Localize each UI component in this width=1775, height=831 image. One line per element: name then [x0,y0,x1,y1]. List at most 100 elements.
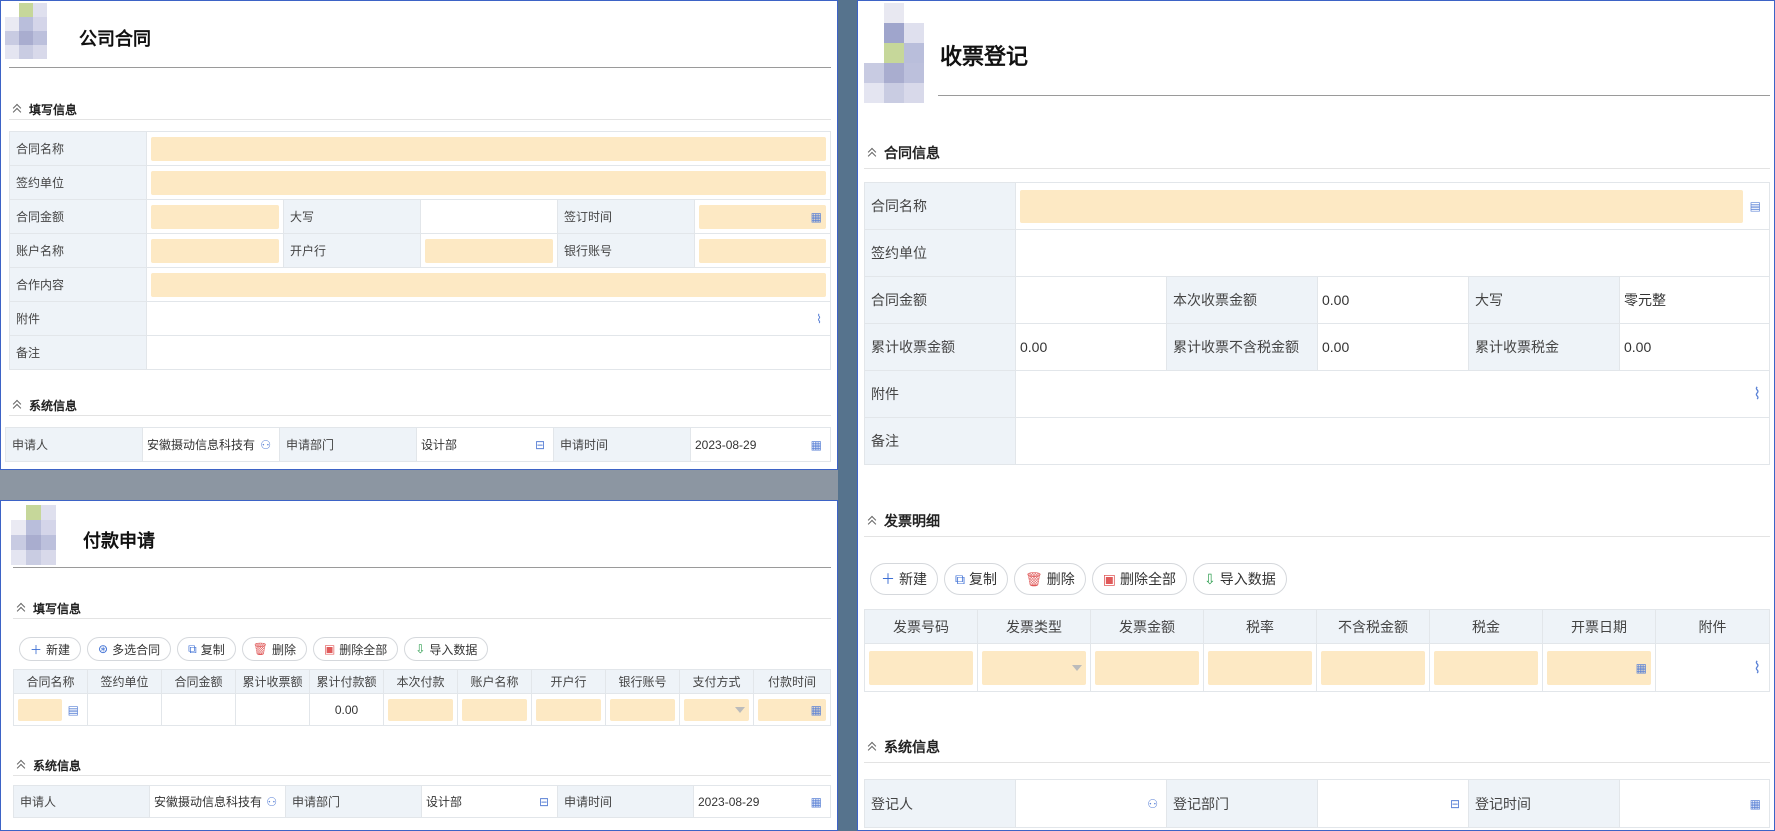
delete-button[interactable]: 🗑 删除 [1014,563,1086,595]
dropdown-caret-icon [735,706,745,713]
field-label: 登记部门 [1167,780,1318,827]
untaxed-amount-input[interactable] [1321,650,1425,685]
new-button[interactable]: ＋新建 [19,637,82,661]
calendar-icon[interactable]: ▦ [811,795,822,809]
column-header: 银行账号 [606,670,680,693]
new-button[interactable]: ＋新建 [870,563,938,595]
column-header: 发票金额 [1091,610,1204,643]
cum-tax-value: 0.00 [1620,324,1770,370]
uppercase-value: 零元整 [1620,277,1770,323]
tax-rate-input[interactable] [1208,650,1312,685]
import-data-button[interactable]: ⇩ 导入数据 [1193,563,1287,595]
bank-account-input[interactable] [699,238,826,263]
section-system-info[interactable]: 系统信息 [13,397,77,413]
tax-input[interactable] [1434,650,1538,685]
background-strip [838,0,857,831]
field-label: 大写 [1469,277,1620,323]
column-header: 不含税金额 [1317,610,1430,643]
dept-value: 设计部 [426,795,463,809]
contract-name-input[interactable] [1020,189,1743,223]
page-title: 公司合同 [79,29,151,49]
invoice-attachment-cell[interactable]: ⌇ [1656,644,1770,691]
contract-name-input[interactable] [151,136,826,161]
multi-select-contract-button[interactable]: ⊛ 多选合同 [87,637,172,661]
column-header: 付款时间 [754,670,831,693]
delete-all-button[interactable]: ▣ 删除全部 [312,637,399,661]
attachment-field[interactable]: ⌇ [1016,371,1770,417]
invoice-number-input[interactable] [869,650,973,685]
delete-all-button[interactable]: ▣ 删除全部 [1091,563,1188,595]
column-header: 税率 [1204,610,1317,643]
cum-invoice-value: 0.00 [1016,324,1167,370]
link-icon: ⊛ [98,642,109,656]
time-value: ▦ [1620,780,1770,827]
section-fill-info[interactable]: 填写信息 [17,600,81,616]
select-list-icon[interactable]: ▤ [1750,199,1761,213]
calendar-icon[interactable]: ▦ [811,703,822,717]
calendar-icon[interactable]: ▦ [811,438,822,452]
field-label: 登记时间 [1469,780,1620,827]
select-list-icon[interactable]: ▤ [68,703,79,717]
account-name-input[interactable] [462,698,527,721]
field-label: 合同金额 [10,200,147,233]
column-header: 合同金额 [162,670,236,693]
section-invoice-detail[interactable]: 发票明细 [868,512,940,530]
attachment-field[interactable]: ⌇ [147,302,831,335]
invoice-type-select[interactable] [982,650,1086,685]
applicant-value: 安徽摄动信息科技有 [154,795,263,809]
cooperation-input[interactable] [151,272,826,297]
section-contract-info[interactable]: 合同信息 [868,144,940,162]
department-icon[interactable]: ⊟ [1450,797,1460,811]
payment-table: 合同名称 签约单位 合同金额 累计收票额 累计付款额 本次付款 账户名称 开户行… [13,669,831,726]
contract-amount-input[interactable] [151,204,279,229]
calendar-icon[interactable]: ▦ [1750,797,1761,811]
calendar-icon[interactable]: ▦ [811,210,822,224]
account-name-input[interactable] [151,238,279,263]
field-label: 申请人 [6,428,143,461]
sign-unit-input[interactable] [151,170,826,195]
copy-button[interactable]: ⧉ 复制 [944,563,1008,595]
this-payment-input[interactable] [388,698,453,721]
column-header: 累计付款额 [310,670,384,693]
invoice-detail-table: 发票号码 发票类型 发票金额 税率 不含税金额 税金 开票日期 附件 ▦ ⌇ [864,609,1770,692]
bank-input[interactable] [536,698,601,721]
section-fill-info[interactable]: 填写信息 [13,101,77,117]
plus-icon: ＋ [881,571,895,587]
section-system-info[interactable]: 系统信息 [17,757,81,773]
user-icon[interactable]: ⚇ [1147,797,1158,811]
remark-field[interactable] [147,336,831,369]
cumulative-invoice-cell [236,694,310,725]
paperclip-icon[interactable]: ⌇ [1753,658,1761,678]
sign-unit-value [1016,230,1770,276]
field-label: 大写 [284,200,421,233]
paperclip-icon[interactable]: ⌇ [816,312,822,326]
section-system-info[interactable]: 系统信息 [868,738,940,756]
dept-value: ⊟ [1318,780,1469,827]
payment-request-panel: 付款申请 填写信息 ＋新建 ⊛ 多选合同 ⧉ 复制 🗑 删除 ▣ 删除全部 ⇩ 导入数据 … [0,500,838,831]
invoice-amount-input[interactable] [1095,650,1199,685]
copy-button[interactable]: ⧉ 复制 [177,637,236,661]
user-icon[interactable]: ⚇ [266,795,277,809]
remark-field[interactable] [1016,418,1770,464]
column-header: 支付方式 [680,670,754,693]
bank-input[interactable] [425,238,553,263]
column-header: 发票类型 [978,610,1091,643]
calendar-icon[interactable]: ▦ [1636,661,1647,675]
import-data-button[interactable]: ⇩ 导入数据 [404,637,489,661]
system-info-grid: 登记人 ⚇ 登记部门 ⊟ 登记时间 ▦ [864,779,1770,828]
column-header: 累计收票额 [236,670,310,693]
delete-button[interactable]: 🗑 删除 [241,637,307,661]
collapse-chevron-icon [868,517,876,525]
sign-time-input[interactable] [699,204,826,229]
page-title: 收票登记 [940,44,1029,69]
bank-account-input[interactable] [610,698,675,721]
trash-icon: 🗑 [1025,570,1043,587]
paperclip-icon[interactable]: ⌇ [1753,384,1761,404]
user-icon[interactable]: ⚇ [260,438,271,452]
registrant-value: ⚇ [1016,780,1167,827]
page-title: 付款申请 [83,531,155,551]
department-icon[interactable]: ⊟ [535,438,545,452]
department-icon[interactable]: ⊟ [539,795,549,809]
dropdown-caret-icon [1072,664,1082,671]
contract-name-cell-input[interactable] [18,698,62,721]
